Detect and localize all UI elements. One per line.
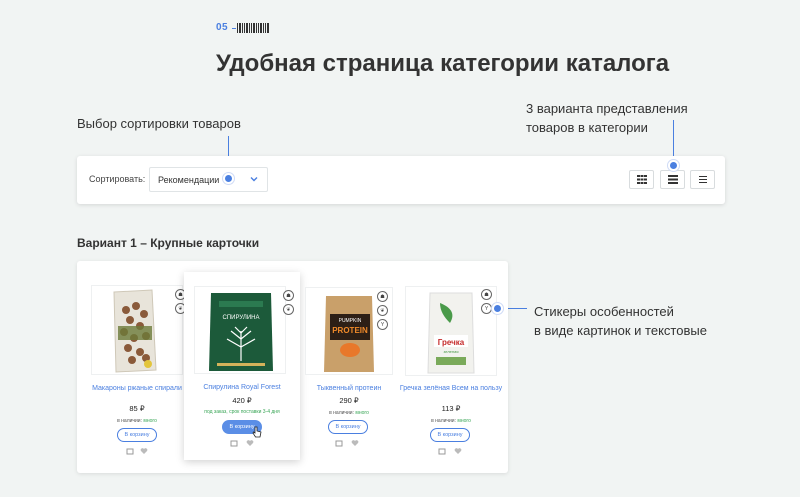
stock-status: в наличии: много	[117, 418, 157, 424]
view-list-button[interactable]	[660, 170, 685, 189]
view-compact-button[interactable]	[690, 170, 715, 189]
product-grid: ☗ ❦ Макароны ржаные спирали 85 ₽ в налич…	[77, 261, 508, 473]
cursor-hand-icon	[252, 426, 262, 438]
heart-icon[interactable]	[351, 439, 359, 447]
product-image[interactable]: Гречка зеленая	[405, 286, 497, 376]
annotation-stickers-line2: в виде картинок и текстовые	[534, 323, 707, 338]
add-to-cart-button[interactable]: В корзину	[328, 420, 368, 434]
grid-view-icon	[636, 175, 647, 184]
heart-icon[interactable]	[246, 439, 254, 447]
order-note: под заказ, срок поставки 3-4 дня	[204, 409, 280, 415]
sort-toolbar: Сортировать: Рекомендации	[77, 156, 725, 204]
annotation-dot-stickers	[492, 303, 503, 314]
sort-select[interactable]: Рекомендации	[149, 167, 268, 192]
product-image[interactable]: СПИРУЛИНА	[194, 286, 286, 374]
product-card[interactable]: ☗ ❦ Макароны ржаные спирали 85 ₽ в налич…	[87, 261, 187, 461]
sticker-icon: Y	[377, 319, 388, 330]
sticker-icon: Y	[481, 303, 492, 314]
annotation-sorting: Выбор сортировки товаров	[77, 116, 241, 131]
product-card[interactable]: PUMPKIN PROTEIN ☗ ❦ Y Тыквенный протеин …	[299, 261, 399, 461]
product-name[interactable]: Спирулина Royal Forest	[184, 383, 300, 392]
product-image[interactable]	[91, 285, 183, 375]
sticker-icon: ☗	[481, 289, 492, 300]
heart-icon[interactable]	[140, 447, 148, 455]
product-price: 290 ₽	[339, 396, 359, 405]
compare-icon[interactable]	[126, 447, 134, 455]
product-name[interactable]: Гречка зелёная Всем на пользу	[399, 384, 503, 393]
product-name[interactable]: Тыквенный протеин	[299, 384, 399, 393]
package-text: PROTEIN	[332, 326, 368, 335]
package-text: зеленая	[443, 349, 458, 354]
package-text: PUMPKIN	[339, 318, 362, 324]
sticker-icon: ❦	[377, 305, 388, 316]
package-text: Гречка	[438, 338, 465, 347]
heart-icon[interactable]	[454, 447, 462, 455]
product-name[interactable]: Макароны ржаные спирали	[87, 384, 187, 393]
annotation-views-line1: 3 варианта представления	[526, 101, 688, 116]
sticker-icon: ☗	[377, 291, 388, 302]
compare-icon[interactable]	[438, 447, 446, 455]
list-view-icon	[667, 175, 678, 184]
product-price: 113 ₽	[441, 404, 461, 413]
sticker-icon: ❦	[283, 304, 294, 315]
add-to-cart-button[interactable]: В корзину	[117, 428, 157, 442]
chevron-down-icon	[250, 177, 258, 182]
product-price: 85 ₽	[129, 404, 145, 413]
compare-icon[interactable]	[230, 439, 238, 447]
variant-title: Вариант 1 – Крупные карточки	[77, 236, 260, 250]
section-number: 05	[216, 22, 229, 33]
sticker-icon: ☗	[283, 290, 294, 301]
product-card-active[interactable]: СПИРУЛИНА ☗ ❦ Спирулина Royal Forest 420…	[184, 272, 300, 460]
product-price: 420 ₽	[232, 396, 252, 405]
product-card[interactable]: Гречка зеленая ☗ Y Гречка зелёная Всем н…	[399, 261, 503, 461]
stock-status: в наличии: много	[431, 418, 471, 424]
package-text: СПИРУЛИНА	[222, 315, 259, 321]
page-title: Удобная страница категории каталога	[216, 50, 670, 77]
annotation-dot-sorting	[223, 173, 234, 184]
compare-icon[interactable]	[335, 439, 343, 447]
compact-list-icon	[698, 176, 707, 183]
annotation-dot-views	[668, 160, 679, 171]
view-grid-button[interactable]	[629, 170, 654, 189]
add-to-cart-button[interactable]: В корзину	[430, 428, 470, 442]
annotation-stickers-line1: Стикеры особенностей	[534, 304, 674, 319]
barcode-decoration	[232, 22, 276, 34]
sort-selected-value: Рекомендации	[158, 175, 220, 185]
sort-label: Сортировать:	[89, 174, 146, 184]
annotation-views-line2: товаров в категории	[526, 120, 648, 135]
stock-status: в наличии: много	[329, 410, 369, 416]
annotation-stickers: Стикеры особенностей в виде картинок и т…	[534, 302, 707, 340]
annotation-views: 3 варианта представления товаров в катег…	[526, 99, 688, 137]
